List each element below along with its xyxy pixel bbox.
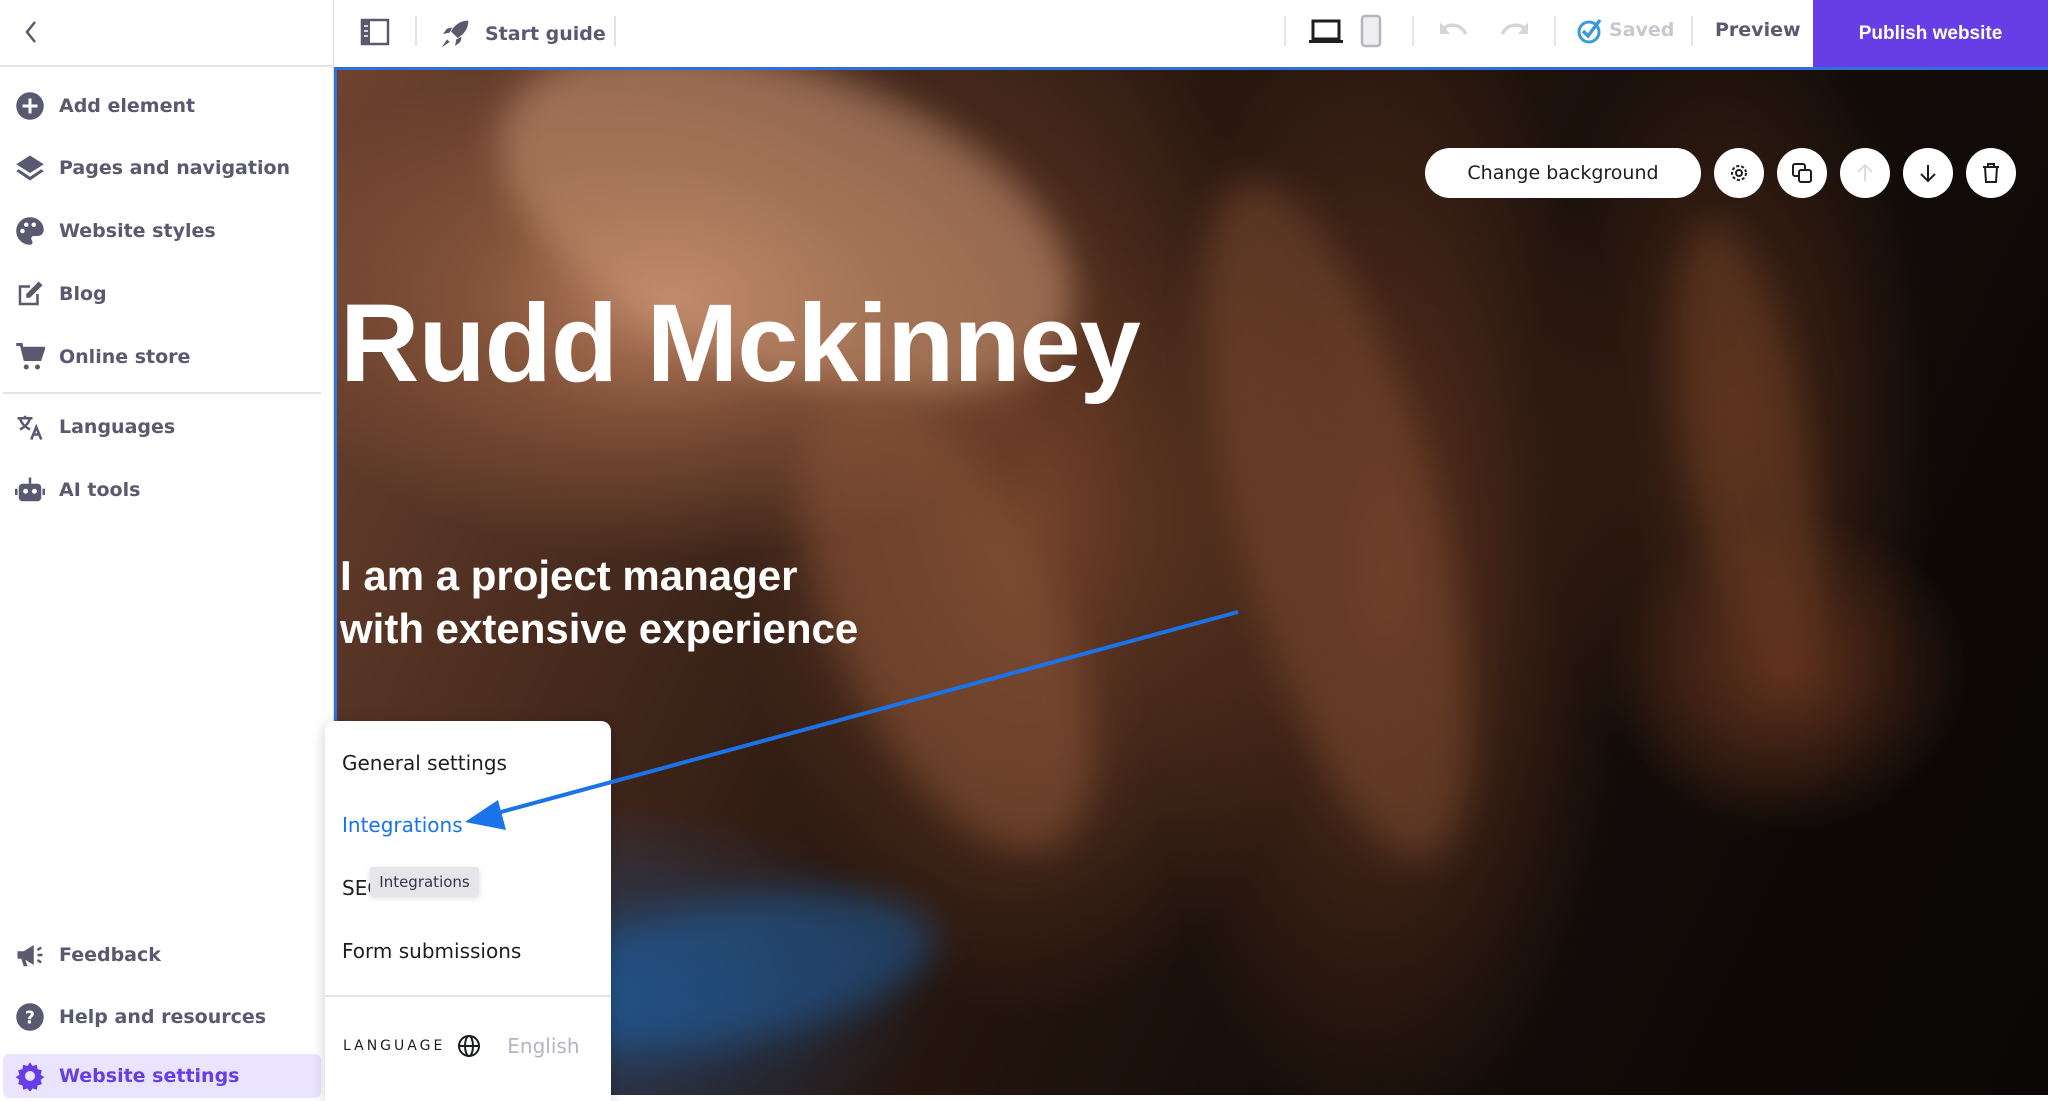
sidebar-header — [0, 0, 334, 67]
rocket-icon — [441, 20, 469, 48]
sidebar-item-label: Online store — [59, 346, 191, 368]
sidebar-item-ai-tools[interactable]: AI tools — [3, 468, 321, 512]
duplicate-icon — [1792, 163, 1812, 183]
sidebar-item-label: Website settings — [59, 1065, 240, 1087]
translate-icon — [17, 415, 43, 440]
website-settings-menu: General settings Integrations SEO Form s… — [325, 721, 611, 1101]
menu-item-form-submissions[interactable]: Form submissions — [342, 939, 521, 963]
mobile-view-icon[interactable] — [1360, 14, 1382, 48]
sidebar-item-label: Website styles — [59, 220, 216, 242]
sidebar-item-label: Languages — [59, 416, 176, 438]
edit-icon — [18, 281, 43, 306]
hero-subtitle-line-1[interactable]: I am a project manager — [340, 552, 798, 600]
sidebar-item-label: Feedback — [59, 944, 161, 966]
delete-section-button[interactable] — [1966, 148, 2016, 198]
language-selector[interactable]: LANGUAGE English — [343, 1034, 580, 1058]
sidebar-item-add-element[interactable]: Add element — [3, 84, 321, 128]
preview-button[interactable]: Preview — [1715, 19, 1801, 41]
move-section-up-button[interactable] — [1840, 148, 1890, 198]
sidebar-item-website-styles[interactable]: Website styles — [3, 209, 321, 253]
arrow-down-icon — [1920, 165, 1936, 183]
section-settings-button[interactable] — [1714, 148, 1764, 198]
arrow-up-icon — [1857, 163, 1873, 181]
sidebar-item-languages[interactable]: Languages — [3, 405, 321, 449]
change-background-button[interactable]: Change background — [1425, 148, 1701, 198]
duplicate-section-button[interactable] — [1777, 148, 1827, 198]
sidebar-item-help-and-resources[interactable]: ? Help and resources — [3, 995, 321, 1039]
sidebar-item-label: Blog — [59, 283, 107, 305]
top-toolbar: Start guide Saved Preview Publish websit… — [334, 0, 2048, 67]
undo-icon[interactable] — [1438, 18, 1472, 46]
sidebar-item-label: Add element — [59, 95, 196, 117]
publish-website-button[interactable]: Publish website — [1813, 0, 2048, 67]
sidebar-item-website-settings[interactable]: Website settings — [3, 1054, 321, 1098]
gear-icon — [1731, 165, 1747, 181]
palette-icon — [16, 217, 44, 245]
sidebar-item-pages-and-navigation[interactable]: Pages and navigation — [3, 146, 321, 190]
menu-item-general-settings[interactable]: General settings — [342, 751, 507, 775]
sidebar: Add element Pages and navigation Website… — [0, 0, 334, 1098]
help-icon: ? — [16, 1003, 44, 1031]
plus-circle-icon — [16, 92, 44, 120]
saved-check-icon — [1577, 18, 1602, 44]
redo-icon[interactable] — [1496, 18, 1530, 46]
robot-icon — [15, 477, 45, 502]
sidebar-divider — [3, 392, 321, 394]
sidebar-item-label: AI tools — [59, 479, 141, 501]
cart-icon — [16, 343, 45, 370]
menu-item-integrations[interactable]: Integrations — [342, 813, 463, 837]
sidebar-item-online-store[interactable]: Online store — [3, 335, 321, 379]
sidebar-item-label: Help and resources — [59, 1006, 267, 1028]
sidebar-item-label: Pages and navigation — [59, 157, 291, 179]
trash-icon — [1983, 163, 1999, 183]
layers-icon — [16, 155, 44, 181]
gear-icon — [15, 1062, 45, 1091]
megaphone-icon — [17, 945, 43, 967]
sidebar-item-blog[interactable]: Blog — [3, 272, 321, 316]
start-guide-label: Start guide — [485, 23, 606, 45]
language-label: LANGUAGE — [343, 1038, 446, 1054]
saved-status: Saved — [1609, 19, 1675, 41]
svg-text:?: ? — [25, 1008, 35, 1028]
start-guide-button[interactable]: Start guide — [439, 12, 606, 56]
sidebar-toggle-icon[interactable] — [360, 18, 390, 46]
language-value: English — [507, 1034, 580, 1058]
tooltip: Integrations — [370, 867, 479, 896]
hero-title[interactable]: Rudd Mckinney — [340, 280, 1141, 407]
globe-icon — [458, 1035, 481, 1057]
move-section-down-button[interactable] — [1903, 148, 1953, 198]
chevron-left-icon[interactable] — [22, 18, 40, 46]
hero-subtitle-line-2[interactable]: with extensive experience — [340, 605, 858, 653]
menu-divider — [325, 995, 611, 997]
sidebar-item-feedback[interactable]: Feedback — [3, 933, 321, 977]
desktop-view-icon[interactable] — [1308, 18, 1344, 46]
